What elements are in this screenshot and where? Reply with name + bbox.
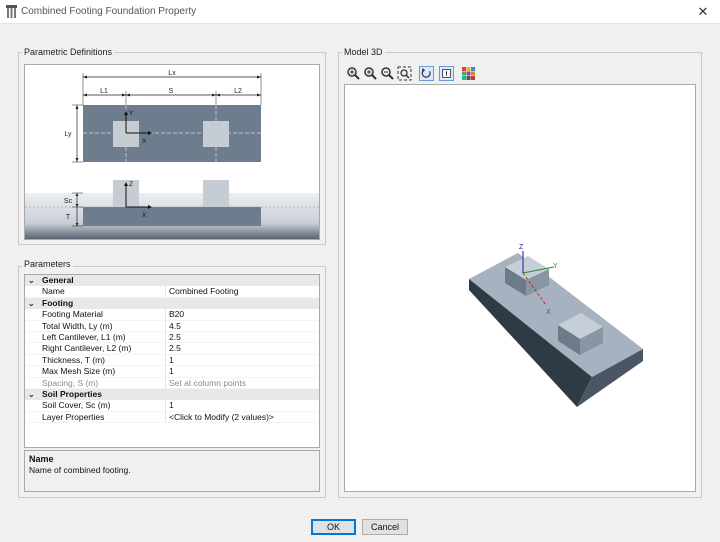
parametric-definitions-label: Parametric Definitions bbox=[22, 47, 115, 57]
parametric-diagram-svg: Lx L1 S L2 Ly Y X Z X Sc T bbox=[25, 70, 319, 239]
property-value[interactable]: 2.5 bbox=[169, 332, 181, 343]
column-divider bbox=[165, 411, 166, 423]
dim-s: S bbox=[169, 88, 174, 95]
chevron-down-icon[interactable]: ⌄ bbox=[28, 275, 38, 286]
category-row[interactable]: ⌄ General bbox=[25, 275, 319, 287]
parameters-label: Parameters bbox=[22, 259, 73, 269]
property-name: Right Cantilever, L2 (m) bbox=[42, 343, 132, 354]
category-name: Footing bbox=[42, 297, 74, 308]
elev-axis-x: X bbox=[142, 212, 147, 219]
zoom-out-icon[interactable] bbox=[380, 66, 395, 81]
description-box: Name Name of combined footing. bbox=[24, 450, 320, 492]
model-3d-svg: Z Y X bbox=[469, 244, 643, 407]
property-row[interactable]: Name Combined Footing bbox=[25, 286, 319, 298]
window-title: Combined Footing Foundation Property bbox=[21, 6, 197, 17]
view-icon[interactable] bbox=[439, 66, 454, 81]
app-icon bbox=[6, 5, 17, 18]
cancel-button[interactable]: Cancel bbox=[362, 519, 408, 535]
column-divider bbox=[165, 343, 166, 354]
elev-axis-z: Z bbox=[129, 181, 133, 188]
footing-plan bbox=[83, 105, 261, 162]
column-divider bbox=[165, 331, 166, 343]
column-divider bbox=[165, 354, 166, 366]
zoom-in-icon[interactable] bbox=[346, 66, 361, 81]
property-row[interactable]: Spacing, S (m) Set at column points bbox=[25, 377, 319, 389]
dim-ly: Ly bbox=[64, 131, 72, 138]
rotate-icon[interactable] bbox=[419, 66, 434, 81]
close-icon: ✕ bbox=[697, 4, 709, 19]
parametric-diagram: Lx L1 S L2 Ly Y X Z X Sc T bbox=[24, 64, 320, 240]
category-row[interactable]: ⌄ Footing bbox=[25, 297, 319, 310]
category-name: Soil Properties bbox=[42, 388, 102, 399]
description-text: Name of combined footing. bbox=[29, 465, 131, 475]
property-name: Name bbox=[42, 286, 65, 297]
property-name: Total Width, Ly (m) bbox=[42, 320, 113, 331]
column-divider bbox=[165, 309, 166, 320]
footing-elevation bbox=[83, 207, 261, 226]
dim-l1: L1 bbox=[100, 88, 108, 95]
category-row[interactable]: ⌄ Soil Properties bbox=[25, 388, 319, 401]
property-value[interactable]: 1 bbox=[169, 400, 174, 411]
property-name: Layer Properties bbox=[42, 411, 105, 422]
property-row[interactable]: Soil Cover, Sc (m) 1 bbox=[25, 400, 319, 412]
property-row[interactable]: Left Cantilever, L1 (m) 2.5 bbox=[25, 331, 319, 344]
column-divider bbox=[165, 286, 166, 297]
property-name: Left Cantilever, L1 (m) bbox=[42, 331, 126, 342]
property-value[interactable]: Combined Footing bbox=[169, 286, 238, 297]
property-name: Max Mesh Size (m) bbox=[42, 366, 116, 377]
property-grid[interactable]: ⌄ General Name Combined Footing ⌄ Footing Foot… bbox=[24, 274, 320, 448]
zoom-extents-icon[interactable] bbox=[397, 66, 412, 81]
column-divider bbox=[165, 400, 166, 411]
property-name: Thickness, T (m) bbox=[42, 354, 105, 365]
model-3d-viewport[interactable]: Z Y X bbox=[344, 84, 696, 492]
ok-button[interactable]: OK bbox=[311, 519, 356, 535]
property-row[interactable]: Layer Properties <Click to Modify (2 valu… bbox=[25, 411, 319, 424]
property-row[interactable]: Thickness, T (m) 1 bbox=[25, 354, 319, 367]
model-3d-label: Model 3D bbox=[342, 47, 385, 57]
column-plan-right bbox=[203, 121, 229, 147]
property-name: Footing Material bbox=[42, 309, 103, 320]
property-value[interactable]: <Click to Modify (2 values)> bbox=[169, 412, 274, 423]
property-value[interactable]: B20 bbox=[169, 309, 184, 320]
model-axis-y: Y bbox=[553, 263, 558, 270]
dim-l2: L2 bbox=[234, 88, 242, 95]
model-toolbar bbox=[344, 64, 696, 84]
close-button[interactable]: ✕ bbox=[686, 0, 720, 24]
plan-axis-y: Y bbox=[129, 110, 134, 117]
plan-axis-x: X bbox=[142, 138, 147, 145]
property-value: Set at column points bbox=[169, 377, 247, 388]
column-divider bbox=[165, 377, 166, 388]
zoom-in-plus-icon[interactable] bbox=[363, 66, 378, 81]
model-axis-x: X bbox=[546, 309, 551, 316]
dim-lx: Lx bbox=[168, 70, 176, 77]
chevron-down-icon[interactable]: ⌄ bbox=[28, 298, 38, 309]
column-divider bbox=[165, 366, 166, 377]
property-name: Soil Cover, Sc (m) bbox=[42, 400, 111, 411]
dim-sc: Sc bbox=[64, 198, 73, 205]
property-row[interactable]: Footing Material B20 bbox=[25, 309, 319, 321]
property-name: Spacing, S (m) bbox=[42, 377, 99, 388]
property-row[interactable]: Max Mesh Size (m) 1 bbox=[25, 366, 319, 378]
chevron-down-icon[interactable]: ⌄ bbox=[28, 389, 38, 400]
category-name: General bbox=[42, 275, 74, 285]
title-bar: Combined Footing Foundation Property ✕ bbox=[0, 0, 720, 24]
property-value[interactable]: 1 bbox=[169, 355, 174, 366]
description-title: Name bbox=[29, 454, 54, 464]
property-row[interactable]: Right Cantilever, L2 (m) 2.5 bbox=[25, 343, 319, 355]
property-value[interactable]: 2.5 bbox=[169, 343, 181, 354]
column-elevation-right bbox=[203, 180, 229, 207]
property-value[interactable]: 1 bbox=[169, 366, 174, 377]
palette-icon[interactable] bbox=[461, 66, 476, 81]
column-divider bbox=[165, 320, 166, 331]
property-value[interactable]: 4.5 bbox=[169, 321, 181, 332]
dim-t: T bbox=[66, 214, 71, 221]
property-row[interactable]: Total Width, Ly (m) 4.5 bbox=[25, 320, 319, 332]
model-axis-z: Z bbox=[519, 244, 524, 251]
